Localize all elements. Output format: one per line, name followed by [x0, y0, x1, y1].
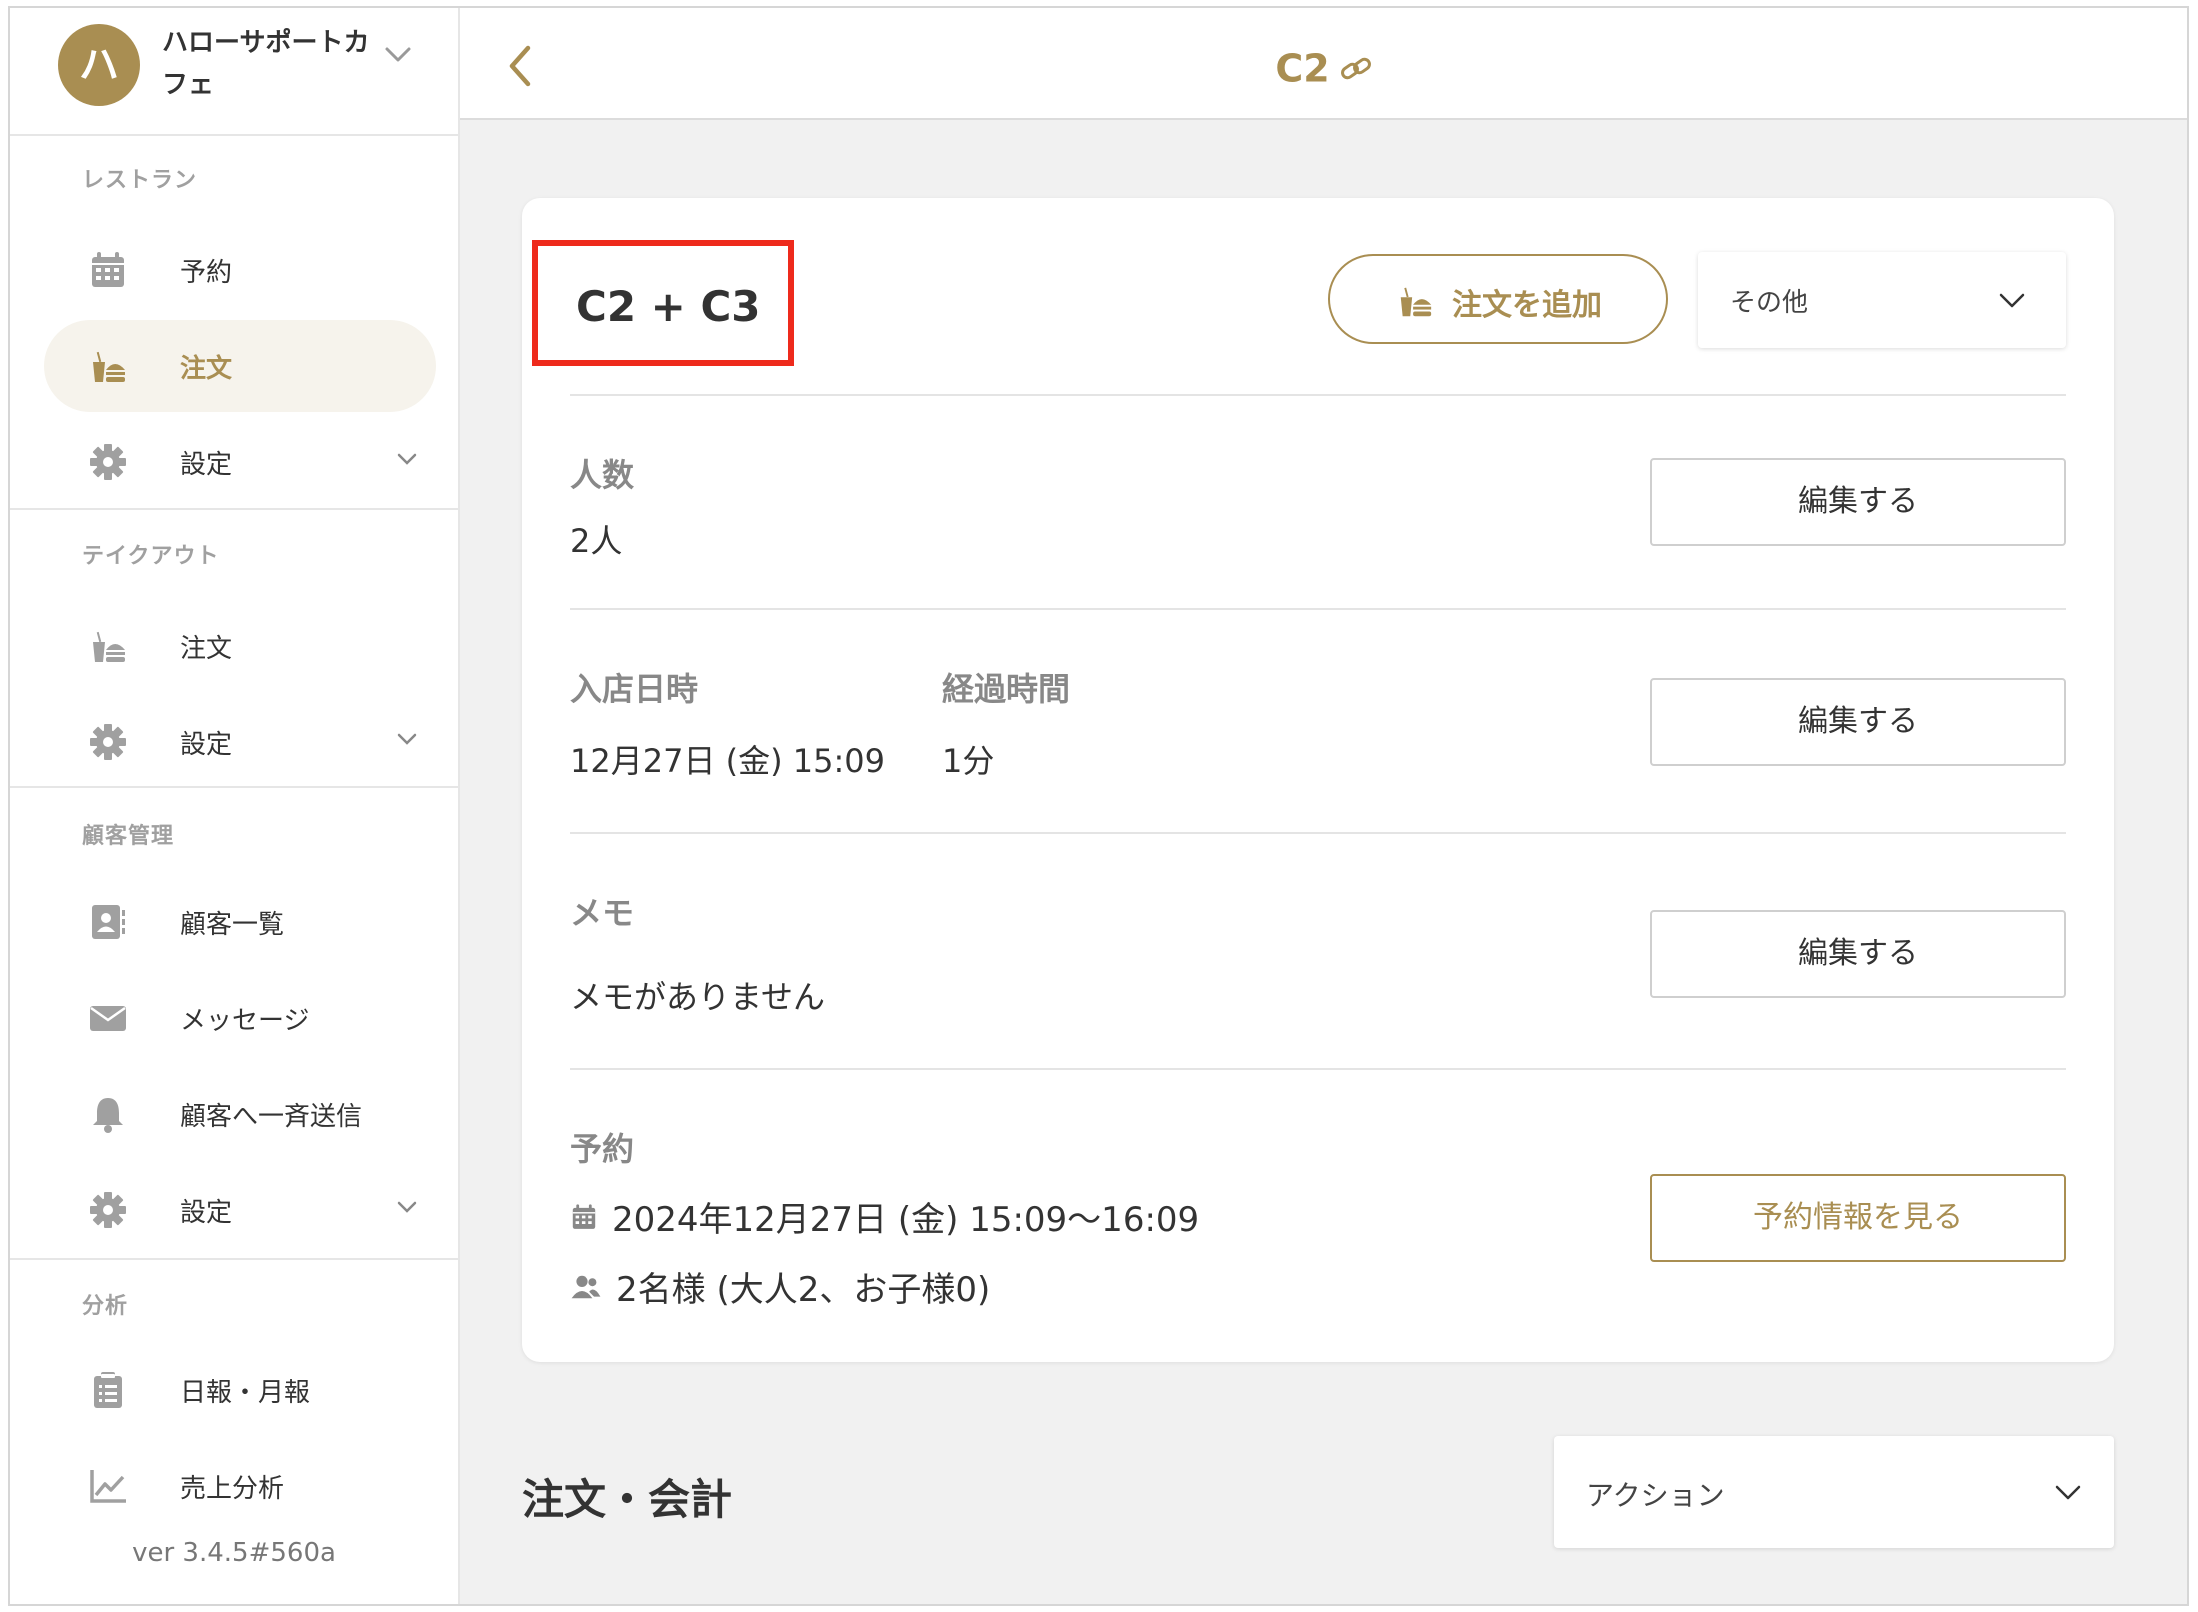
elapsed-value: 1分: [942, 742, 995, 780]
shop-name-line1: ハローサポートカ: [162, 28, 370, 58]
link-icon[interactable]: [1340, 55, 1372, 83]
order-icon: [93, 351, 125, 382]
reservation-datetime-row: 2024年12月27日 (金) 15:09〜16:09: [570, 1192, 1199, 1241]
top-bar: C2: [460, 8, 2187, 120]
sidebar-item-settings-customers[interactable]: 設定: [44, 1164, 436, 1256]
main-content: C2 C2 + C3 注文を追加 その他 人数 2人 編集する 入店日時 12月…: [460, 8, 2187, 1604]
chevron-down-icon: [1999, 293, 2025, 308]
sidebar-item-orders-takeout[interactable]: 注文: [44, 600, 436, 692]
other-menu-label: その他: [1730, 288, 1809, 318]
chevron-down-icon: [397, 733, 417, 745]
section-label-analytics: 分析: [82, 1294, 129, 1319]
chevron-down-icon: [397, 453, 417, 465]
users-icon: [571, 1275, 601, 1298]
clipboard-icon: [94, 1372, 122, 1408]
other-menu-select[interactable]: その他: [1698, 252, 2066, 348]
table-detail-card: C2 + C3 注文を追加 その他 人数 2人 編集する 入店日時 12月27日…: [522, 198, 2114, 1362]
row-divider: [570, 832, 2066, 834]
sidebar-item-reports[interactable]: 日報・月報: [44, 1344, 436, 1436]
orders-heading: 注文・会計: [522, 1475, 733, 1524]
sidebar-item-label: 設定: [180, 730, 233, 760]
arrival-value: 12月27日 (金) 15:09: [570, 742, 885, 780]
action-select[interactable]: アクション: [1554, 1436, 2114, 1548]
page-title: C2: [460, 44, 2187, 91]
reservation-party: 2名様 (大人2、お子様0): [616, 1270, 991, 1310]
add-order-label: 注文を追加: [1452, 288, 1602, 323]
row-divider: [570, 608, 2066, 610]
sidebar-item-customer-list[interactable]: 顧客一覧: [44, 876, 436, 968]
bell-icon: [93, 1098, 123, 1133]
sidebar: ハ ハローサポートカ フェ レストラン 予約 注文 設定 テイクアウト 注文 設…: [10, 8, 460, 1604]
sidebar-item-label: 注文: [180, 634, 233, 664]
app-version: ver 3.4.5#560a: [132, 1538, 336, 1568]
edit-guests-button[interactable]: 編集する: [1650, 458, 2066, 546]
elapsed-label: 経過時間: [942, 670, 1071, 708]
memo-label: メモ: [570, 894, 635, 932]
sidebar-item-reservations[interactable]: 予約: [44, 224, 436, 316]
sidebar-divider: [10, 786, 458, 788]
sidebar-item-label: 顧客一覧: [180, 910, 285, 940]
order-icon: [93, 631, 125, 662]
reservation-party-row: 2名様 (大人2、お子様0): [570, 1262, 990, 1311]
chevron-down-icon: [385, 47, 411, 62]
shop-name: ハローサポートカ フェ: [162, 22, 392, 106]
sidebar-item-label: 売上分析: [180, 1474, 285, 1504]
add-order-button[interactable]: 注文を追加: [1328, 254, 1668, 344]
gear-icon: [90, 1192, 126, 1228]
edit-arrival-button[interactable]: 編集する: [1650, 678, 2066, 766]
sidebar-item-sales-analysis[interactable]: 売上分析: [44, 1440, 436, 1532]
page-title-text: C2: [1275, 46, 1330, 91]
shop-switcher[interactable]: ハ ハローサポートカ フェ: [10, 8, 458, 136]
chevron-down-icon: [397, 1201, 417, 1213]
contact-card-icon: [92, 905, 125, 939]
reservation-label: 予約: [570, 1130, 635, 1168]
gear-icon: [90, 444, 126, 480]
guests-label: 人数: [570, 456, 635, 494]
calendar-icon: [572, 1203, 596, 1229]
gear-icon: [90, 724, 126, 760]
section-label-customers: 顧客管理: [82, 824, 175, 849]
shop-name-line2: フェ: [162, 70, 215, 100]
sidebar-item-label: 日報・月報: [180, 1378, 311, 1408]
sidebar-item-label: 設定: [180, 450, 233, 480]
sidebar-item-label: 顧客へ一斉送信: [180, 1102, 363, 1132]
memo-value: メモがありません: [570, 978, 826, 1016]
row-divider: [570, 394, 2066, 396]
view-reservation-button[interactable]: 予約情報を見る: [1650, 1174, 2066, 1262]
action-select-label: アクション: [1586, 1479, 1725, 1512]
chevron-down-icon: [2055, 1485, 2081, 1500]
edit-memo-button[interactable]: 編集する: [1650, 910, 2066, 998]
sidebar-item-settings-restaurant[interactable]: 設定: [44, 416, 436, 508]
sidebar-item-label: 注文: [180, 354, 233, 384]
guests-value: 2人: [570, 522, 623, 560]
sidebar-item-label: 設定: [180, 1198, 233, 1228]
sidebar-item-settings-takeout[interactable]: 設定: [44, 696, 436, 788]
sidebar-item-broadcast[interactable]: 顧客へ一斉送信: [44, 1068, 436, 1160]
table-name-highlight: C2 + C3: [532, 240, 794, 366]
table-name: C2 + C3: [576, 282, 761, 331]
order-icon: [1400, 287, 1432, 317]
section-label-takeout: テイクアウト: [82, 544, 220, 569]
envelope-icon: [90, 1006, 126, 1031]
sidebar-item-label: 予約: [180, 258, 233, 288]
arrival-label: 入店日時: [570, 670, 699, 708]
reservation-datetime: 2024年12月27日 (金) 15:09〜16:09: [612, 1200, 1200, 1240]
sidebar-item-orders-restaurant[interactable]: 注文: [44, 320, 436, 412]
calendar-icon: [92, 252, 124, 287]
shop-avatar: ハ: [58, 24, 140, 106]
app-window: ハ ハローサポートカ フェ レストラン 予約 注文 設定 テイクアウト 注文 設…: [8, 6, 2189, 1606]
row-divider: [570, 1068, 2066, 1070]
sidebar-divider: [10, 508, 458, 510]
sidebar-divider: [10, 1258, 458, 1260]
section-label-restaurant: レストラン: [82, 168, 198, 193]
line-chart-icon: [90, 1470, 126, 1503]
sidebar-item-label: メッセージ: [180, 1006, 310, 1036]
sidebar-item-messages[interactable]: メッセージ: [44, 972, 436, 1064]
